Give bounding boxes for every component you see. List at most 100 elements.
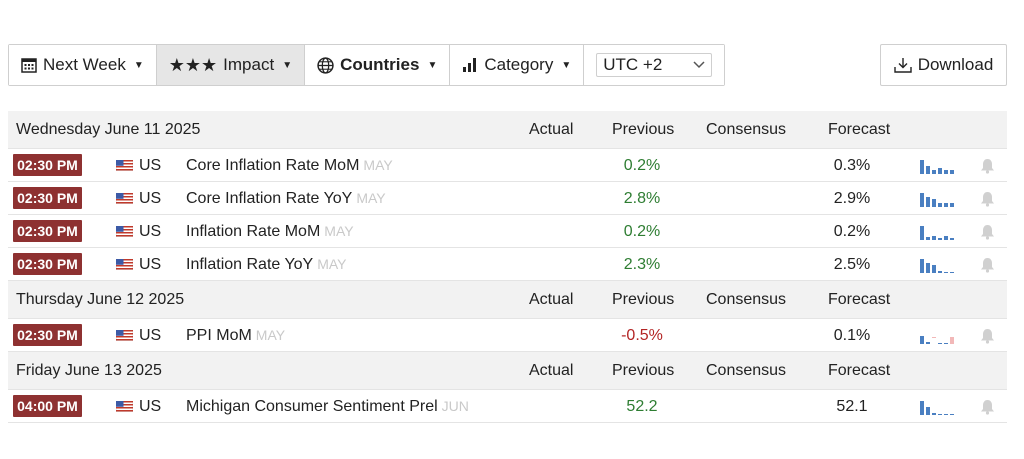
event-name: Michigan Consumer Sentiment Prel xyxy=(186,398,438,415)
minichart-bar xyxy=(926,342,930,344)
history-minichart[interactable] xyxy=(920,399,954,415)
download-button[interactable]: Download xyxy=(880,44,1007,86)
bell-icon[interactable] xyxy=(980,158,995,174)
column-header-forecast: Forecast xyxy=(828,291,891,308)
event-name: Core Inflation Rate MoM xyxy=(186,157,360,174)
event-country: US xyxy=(139,327,162,344)
event-forecast: 0.1% xyxy=(833,327,871,344)
bell-icon[interactable] xyxy=(980,191,995,207)
event-name-link[interactable]: Core Inflation Rate YoY MAY xyxy=(186,190,386,208)
minichart-bar xyxy=(938,203,942,207)
event-time-badge: 02:30 PM xyxy=(13,187,82,209)
history-minichart[interactable] xyxy=(920,158,954,174)
event-country: US xyxy=(139,223,162,240)
event-name-link[interactable]: Inflation Rate MoM MAY xyxy=(186,223,354,241)
minichart-bar xyxy=(920,336,924,344)
minichart-bar xyxy=(944,236,948,240)
event-period: JUN xyxy=(441,398,469,414)
minichart-bar xyxy=(938,414,942,415)
minichart-bar xyxy=(944,343,948,344)
event-name: Inflation Rate YoY xyxy=(186,256,314,273)
event-previous: 0.2% xyxy=(623,157,661,174)
event-period: MAY xyxy=(255,327,286,343)
us-flag-icon xyxy=(116,330,133,341)
us-flag-icon xyxy=(116,401,133,412)
event-row[interactable]: 02:30 PM US Core Inflation Rate YoY MAY 2.8… xyxy=(8,182,1007,215)
column-header-actual: Actual xyxy=(529,362,574,379)
minichart-bar xyxy=(932,199,936,207)
column-header-consensus: Consensus xyxy=(706,121,787,138)
event-forecast: 0.3% xyxy=(833,157,871,174)
us-flag-icon xyxy=(116,193,133,204)
minichart-bar xyxy=(920,226,924,240)
event-period: MAY xyxy=(363,157,393,173)
minichart-bar xyxy=(938,168,942,174)
event-name-link[interactable]: Michigan Consumer Sentiment Prel JUN xyxy=(186,398,469,416)
event-country: US xyxy=(139,256,162,273)
day-label: Wednesday June 11 2025 xyxy=(16,121,201,138)
bell-icon[interactable] xyxy=(980,399,995,415)
minichart-bar xyxy=(932,170,936,174)
globe-icon xyxy=(317,56,334,74)
history-minichart[interactable] xyxy=(920,191,954,207)
history-minichart[interactable] xyxy=(920,224,954,240)
minichart-bar-negative xyxy=(950,337,954,344)
event-country: US xyxy=(139,398,162,415)
event-row[interactable]: 02:30 PM US Inflation Rate YoY MAY 2.3% 2.5% xyxy=(8,248,1007,281)
caret-down-icon: ▼ xyxy=(561,59,572,71)
filter-toolbar: Next Week ▼ ★★★ Impact ▼ Countries ▼ Cat… xyxy=(8,44,726,86)
minichart-bar xyxy=(938,271,942,273)
event-row[interactable]: 04:00 PM US Michigan Consumer Sentiment P… xyxy=(8,390,1007,423)
column-header-previous: Previous xyxy=(612,362,675,379)
event-forecast: 2.5% xyxy=(833,256,871,273)
caret-down-icon: ▼ xyxy=(282,59,293,71)
event-previous: 0.2% xyxy=(623,223,661,240)
bell-icon[interactable] xyxy=(980,224,995,240)
event-name-link[interactable]: PPI MoM MAY xyxy=(186,327,285,345)
minichart-bar xyxy=(920,160,924,174)
event-time-badge: 04:00 PM xyxy=(13,395,82,417)
event-row[interactable]: 02:30 PM US PPI MoM MAY -0.5% 0.1% xyxy=(8,319,1007,352)
timezone-select[interactable]: UTC +2 xyxy=(596,53,713,77)
minichart-bar xyxy=(920,401,924,415)
column-header-actual: Actual xyxy=(529,121,574,138)
event-row[interactable]: 02:30 PM US Core Inflation Rate MoM MAY 0.2… xyxy=(8,149,1007,182)
timezone-value: UTC +2 xyxy=(603,55,663,74)
event-name-link[interactable]: Core Inflation Rate MoM MAY xyxy=(186,157,393,175)
minichart-bar xyxy=(950,414,954,415)
minichart-bar xyxy=(926,166,930,174)
event-period: MAY xyxy=(317,256,347,272)
history-minichart[interactable] xyxy=(920,257,954,273)
minichart-bar xyxy=(920,193,924,207)
minichart-bar xyxy=(932,236,936,240)
week-dropdown[interactable]: Next Week ▼ xyxy=(9,45,157,85)
timezone-container: UTC +2 xyxy=(584,45,725,85)
day-header: Friday June 13 2025 Actual Previous Consens… xyxy=(8,352,1007,390)
column-header-consensus: Consensus xyxy=(706,291,787,308)
minichart-bar-negative xyxy=(932,337,936,338)
economic-calendar-table: Wednesday June 11 2025 Actual Previous Cons… xyxy=(8,111,1007,423)
minichart-bar xyxy=(944,203,948,207)
impact-dropdown[interactable]: ★★★ Impact ▼ xyxy=(156,45,306,85)
bell-icon[interactable] xyxy=(980,328,995,344)
download-label: Download xyxy=(917,55,994,74)
event-forecast: 52.1 xyxy=(836,398,868,415)
day-label: Thursday June 12 2025 xyxy=(16,291,185,308)
event-time-badge: 02:30 PM xyxy=(13,220,82,242)
event-previous: 2.3% xyxy=(623,256,661,273)
event-row[interactable]: 02:30 PM US Inflation Rate MoM MAY 0.2% 0.2% xyxy=(8,215,1007,248)
minichart-bar xyxy=(926,407,930,415)
chevron-down-icon xyxy=(693,61,705,69)
event-name-link[interactable]: Inflation Rate YoY MAY xyxy=(186,256,347,274)
minichart-bar xyxy=(944,272,948,273)
history-minichart[interactable] xyxy=(920,328,954,344)
bell-icon[interactable] xyxy=(980,257,995,273)
countries-dropdown[interactable]: Countries ▼ xyxy=(305,45,451,85)
category-dropdown[interactable]: Category ▼ xyxy=(450,45,585,85)
event-forecast: 2.9% xyxy=(833,190,871,207)
column-header-previous: Previous xyxy=(612,291,675,308)
event-forecast: 0.2% xyxy=(833,223,871,240)
column-header-previous: Previous xyxy=(612,121,675,138)
event-name: Inflation Rate MoM xyxy=(186,223,321,240)
event-country: US xyxy=(139,190,162,207)
